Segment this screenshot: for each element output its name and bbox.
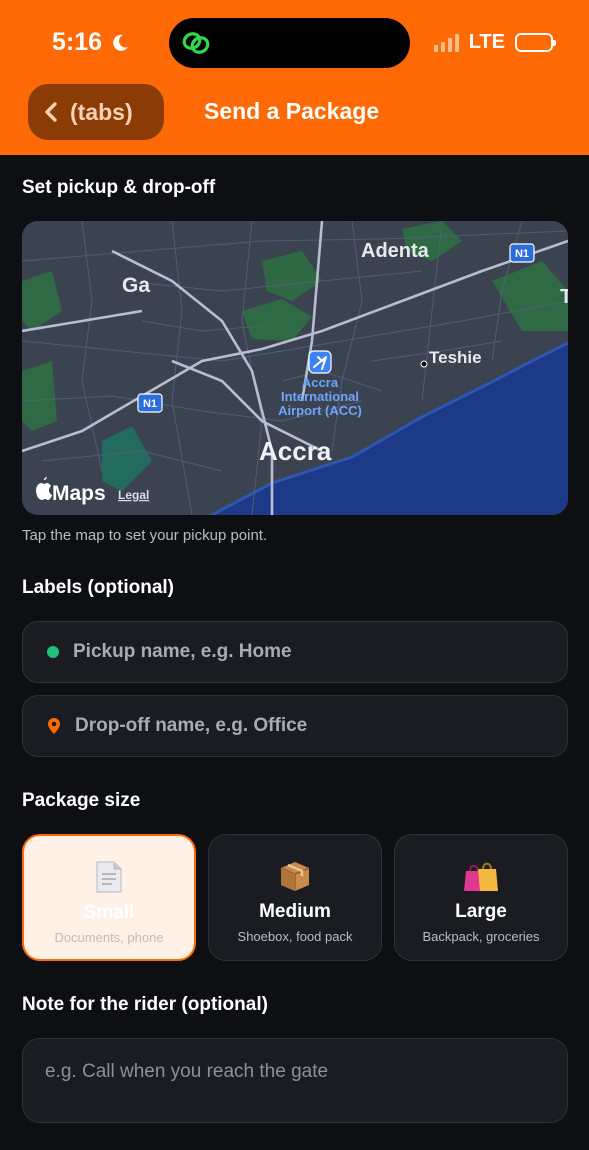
size-option-name: Medium (259, 901, 331, 922)
svg-text:N1: N1 (515, 248, 529, 260)
document-icon (94, 860, 124, 894)
map-label-teshie: Teshie (429, 348, 482, 367)
svg-text:Accra: Accra (302, 375, 339, 390)
location-pin-icon (48, 718, 60, 734)
signal-icon (433, 33, 459, 52)
pickup-name-input[interactable]: Pickup name, e.g. Home (22, 621, 568, 683)
size-option-name: Small (83, 902, 135, 923)
shopping-bags-icon (464, 859, 498, 893)
size-option-desc: Shoebox, food pack (237, 929, 353, 944)
page-title: Send a Package (204, 98, 380, 124)
size-option-desc: Documents, phone (54, 930, 164, 945)
map-label-accra: Accra (259, 436, 332, 466)
map-label-adenta: Adenta (361, 240, 430, 262)
section-title-pickup: Set pickup & drop-off (22, 177, 216, 198)
map-label-edge: T (560, 286, 568, 308)
svg-text:Airport (ACC): Airport (ACC) (278, 403, 362, 418)
size-option-medium[interactable]: Medium Shoebox, food pack (208, 834, 382, 961)
dynamic-island (169, 18, 410, 68)
map-label-ga: Ga (122, 274, 150, 297)
map-canvas[interactable]: N1 N1 Ga Adenta Teshie Accra T Accra Int… (22, 221, 568, 515)
header-bar: 5:16 LTE (tabs) Send a Package (0, 0, 589, 155)
package-box-icon (278, 859, 312, 893)
svg-text:Maps: Maps (52, 482, 106, 505)
size-option-small[interactable]: Small Documents, phone (22, 834, 196, 961)
back-button[interactable]: (tabs) (28, 84, 164, 140)
section-title-package-size: Package size (22, 790, 141, 811)
dropoff-name-input[interactable]: Drop-off name, e.g. Office (22, 695, 568, 757)
dropoff-name-placeholder: Drop-off name, e.g. Office (75, 715, 308, 736)
size-option-large[interactable]: Large Backpack, groceries (394, 834, 568, 961)
pickup-name-placeholder: Pickup name, e.g. Home (73, 641, 292, 662)
rider-note-placeholder: e.g. Call when you reach the gate (45, 1061, 329, 1082)
rider-note-input[interactable]: e.g. Call when you reach the gate (22, 1038, 568, 1123)
svg-text:N1: N1 (143, 398, 157, 410)
section-title-note: Note for the rider (optional) (22, 994, 268, 1015)
map-legal-link[interactable]: Legal (118, 488, 149, 502)
section-title-labels: Labels (optional) (22, 577, 174, 598)
battery-icon (515, 33, 556, 52)
network-label: LTE (468, 31, 505, 53)
svg-text:International: International (281, 389, 359, 404)
status-indicators: LTE (433, 31, 556, 54)
n1-shield-east: N1 (509, 243, 535, 263)
link-rings-icon (182, 32, 210, 54)
n1-shield-west: N1 (137, 393, 163, 413)
size-option-desc: Backpack, groceries (422, 929, 540, 944)
pickup-map[interactable]: N1 N1 Ga Adenta Teshie Accra T Accra Int… (22, 221, 568, 515)
chevron-left-icon (45, 102, 57, 122)
back-button-label: (tabs) (70, 98, 133, 125)
status-time-text: 5:16 (52, 28, 103, 56)
green-dot-icon (47, 646, 59, 658)
status-time: 5:16 (52, 28, 130, 57)
moon-icon (113, 34, 129, 51)
map-hint: Tap the map to set your pickup point. (22, 527, 268, 544)
size-option-name: Large (455, 901, 507, 922)
